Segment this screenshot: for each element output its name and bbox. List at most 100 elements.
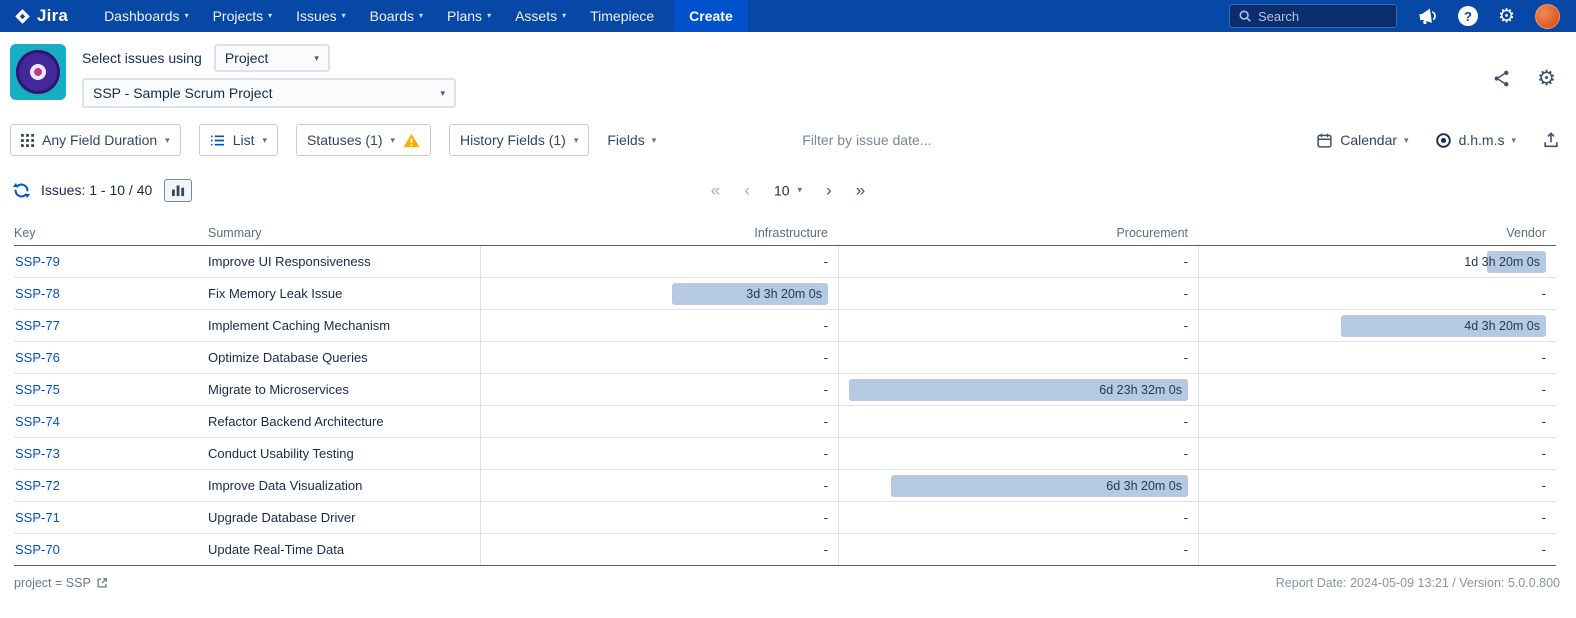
calendar-label: Calendar xyxy=(1340,132,1397,148)
help-icon[interactable]: ? xyxy=(1458,6,1478,26)
project-select[interactable]: SSP - Sample Scrum Project ▾ xyxy=(82,78,456,108)
duration-cell: - xyxy=(480,470,838,501)
issue-key-link[interactable]: SSP-75 xyxy=(15,382,60,397)
page-size-select[interactable]: 10 ▾ xyxy=(774,182,802,198)
table-row: SSP-72Improve Data Visualization-6d 3h 2… xyxy=(14,470,1556,502)
duration-cell: - xyxy=(480,438,838,469)
jira-brand[interactable]: Jira xyxy=(14,6,68,26)
history-fields-label: History Fields (1) xyxy=(460,132,566,148)
duration-cell: - xyxy=(1198,374,1556,405)
chevron-down-icon: ▾ xyxy=(263,136,268,145)
empty-duration: - xyxy=(1542,510,1546,525)
chart-view-button[interactable] xyxy=(164,179,192,202)
toolbar-right: Calendar ▾ d.h.m.s ▾ xyxy=(1316,131,1560,149)
column-header-key[interactable]: Key xyxy=(14,226,208,240)
chevron-down-icon: ▾ xyxy=(1404,136,1409,145)
duration-cell: - xyxy=(1198,470,1556,501)
jql-query-link[interactable]: project = SSP xyxy=(14,576,108,590)
chevron-down-icon: ▾ xyxy=(562,12,566,20)
create-button[interactable]: Create xyxy=(674,0,748,32)
issue-table: Key Summary Infrastructure Procurement V… xyxy=(0,220,1576,566)
statuses-filter-button[interactable]: Statuses (1) ▾ xyxy=(296,124,431,156)
select-issues-label: Select issues using xyxy=(82,50,202,66)
issue-key-link[interactable]: SSP-73 xyxy=(15,446,60,461)
report-settings-gear-icon[interactable]: ⚙ xyxy=(1537,68,1556,89)
issue-key-cell: SSP-77 xyxy=(14,310,208,341)
chevron-down-icon: ▾ xyxy=(391,136,396,145)
column-header-infrastructure[interactable]: Infrastructure xyxy=(480,226,838,240)
app-header: Select issues using Project ▾ SSP - Samp… xyxy=(0,32,1576,120)
fields-button[interactable]: Fields ▾ xyxy=(607,132,656,148)
issue-summary: Optimize Database Queries xyxy=(208,342,480,373)
issue-key-link[interactable]: SSP-70 xyxy=(15,542,60,557)
next-page-button[interactable]: › xyxy=(826,182,832,199)
share-icon[interactable] xyxy=(1492,69,1511,88)
issue-key-link[interactable]: SSP-71 xyxy=(15,510,60,525)
issue-summary: Upgrade Database Driver xyxy=(208,502,480,533)
issue-summary: Implement Caching Mechanism xyxy=(208,310,480,341)
refresh-icon[interactable] xyxy=(12,181,31,200)
chevron-down-icon: ▾ xyxy=(185,12,189,20)
list-icon xyxy=(210,134,225,147)
duration-cell: - xyxy=(1198,278,1556,309)
duration-cell: - xyxy=(838,310,1198,341)
last-page-button[interactable]: » xyxy=(856,182,865,199)
user-avatar[interactable] xyxy=(1535,4,1560,29)
nav-item-assets[interactable]: Assets ▾ xyxy=(503,0,578,32)
chevron-down-icon: ▾ xyxy=(798,186,803,195)
global-search[interactable] xyxy=(1229,4,1397,28)
pager: « ‹ 10 ▾ › » xyxy=(711,182,865,199)
grid-icon xyxy=(21,134,34,147)
issue-summary: Conduct Usability Testing xyxy=(208,438,480,469)
empty-duration: - xyxy=(824,542,828,557)
issue-key-link[interactable]: SSP-78 xyxy=(15,286,60,301)
empty-duration: - xyxy=(1184,254,1188,269)
issue-key-link[interactable]: SSP-77 xyxy=(15,318,60,333)
issue-date-filter-input[interactable] xyxy=(802,132,972,148)
nav-menu: Dashboards ▾ Projects ▾ Issues ▾ Boards … xyxy=(92,0,666,32)
first-page-button[interactable]: « xyxy=(711,182,720,199)
search-input[interactable] xyxy=(1258,9,1388,24)
issue-key-cell: SSP-70 xyxy=(14,534,208,565)
calendar-button[interactable]: Calendar ▾ xyxy=(1316,132,1408,149)
column-header-summary[interactable]: Summary xyxy=(208,226,480,240)
issue-key-cell: SSP-79 xyxy=(14,246,208,277)
issues-count: Issues: 1 - 10 / 40 xyxy=(41,182,152,198)
issue-key-link[interactable]: SSP-76 xyxy=(15,350,60,365)
view-mode-button[interactable]: List ▾ xyxy=(199,124,278,156)
duration-field-button[interactable]: Any Field Duration ▾ xyxy=(10,124,181,156)
nav-item-timepiece[interactable]: Timepiece xyxy=(578,0,666,32)
column-header-procurement[interactable]: Procurement xyxy=(838,226,1198,240)
settings-gear-icon[interactable]: ⚙ xyxy=(1498,7,1515,26)
duration-cell: - xyxy=(838,534,1198,565)
issue-key-cell: SSP-73 xyxy=(14,438,208,469)
column-header-vendor[interactable]: Vendor xyxy=(1198,226,1556,240)
issue-key-link[interactable]: SSP-79 xyxy=(15,254,60,269)
statuses-label: Statuses (1) xyxy=(307,132,382,148)
nav-item-label: Dashboards xyxy=(104,8,180,24)
nav-item-boards[interactable]: Boards ▾ xyxy=(358,0,435,32)
empty-duration: - xyxy=(1542,414,1546,429)
feedback-megaphone-icon[interactable] xyxy=(1417,7,1438,26)
duration-cell: - xyxy=(480,374,838,405)
nav-item-projects[interactable]: Projects ▾ xyxy=(201,0,285,32)
nav-item-issues[interactable]: Issues ▾ xyxy=(284,0,357,32)
nav-item-dashboards[interactable]: Dashboards ▾ xyxy=(92,0,201,32)
issue-source-mode-select[interactable]: Project ▾ xyxy=(214,44,330,72)
header-actions: ⚙ xyxy=(1492,68,1556,89)
empty-duration: - xyxy=(1542,446,1546,461)
duration-bar: 4d 3h 20m 0s xyxy=(1341,315,1546,337)
history-fields-button[interactable]: History Fields (1) ▾ xyxy=(449,124,589,156)
issue-key-link[interactable]: SSP-72 xyxy=(15,478,60,493)
empty-duration: - xyxy=(1184,542,1188,557)
calendar-icon xyxy=(1316,132,1333,149)
nav-item-plans[interactable]: Plans ▾ xyxy=(435,0,503,32)
issue-key-link[interactable]: SSP-74 xyxy=(15,414,60,429)
issue-summary: Fix Memory Leak Issue xyxy=(208,278,480,309)
mode-value: Project xyxy=(225,50,269,66)
time-format-button[interactable]: d.h.m.s ▾ xyxy=(1435,132,1516,149)
prev-page-button[interactable]: ‹ xyxy=(744,182,750,199)
duration-cell: 6d 23h 32m 0s xyxy=(838,374,1198,405)
table-header: Key Summary Infrastructure Procurement V… xyxy=(14,220,1556,246)
export-icon[interactable] xyxy=(1542,131,1560,149)
